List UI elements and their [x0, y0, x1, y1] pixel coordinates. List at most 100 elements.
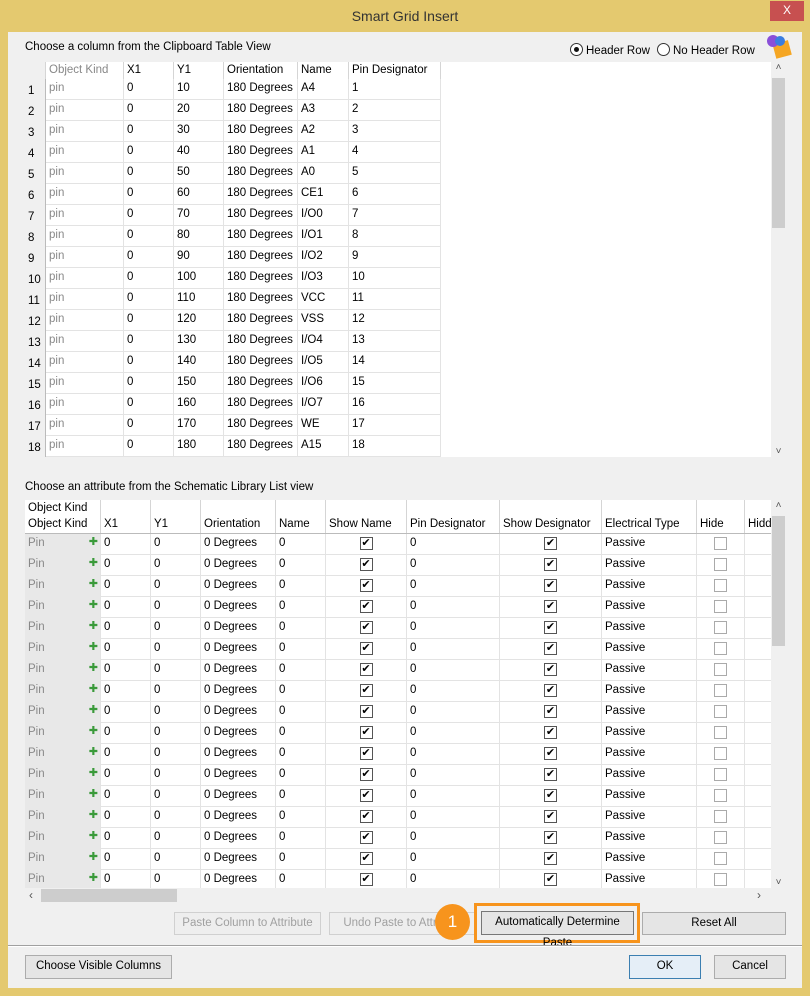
table-cell[interactable]: 180 Degrees [224, 373, 298, 394]
table-cell[interactable]: 30 [174, 121, 224, 142]
checkbox-checked[interactable]: ✔ [359, 789, 373, 802]
scroll-down-icon[interactable]: ˅ [771, 446, 786, 457]
table-cell[interactable]: 0 [124, 394, 174, 415]
table-cell[interactable]: pin [46, 289, 124, 310]
table-cell[interactable]: 0 [276, 786, 326, 807]
table-cell[interactable]: 0 [124, 163, 174, 184]
table-cell[interactable]: 0 [101, 555, 151, 576]
table-cell[interactable]: pin [46, 226, 124, 247]
table-cell[interactable] [697, 807, 745, 828]
table-cell[interactable] [745, 723, 771, 744]
table-cell[interactable]: pin [46, 415, 124, 436]
table-cell[interactable]: 180 Degrees [224, 226, 298, 247]
table-row[interactable]: Pin ✚ 0 0 0 Degrees 0 ✔ 0 ✔ Passive [25, 765, 771, 786]
table-cell[interactable]: 0 [101, 681, 151, 702]
table-cell[interactable]: ✔ [326, 786, 407, 807]
table-cell[interactable]: 0 [407, 660, 500, 681]
table-cell[interactable]: ✔ [500, 744, 602, 765]
table-cell[interactable]: I/O6 [298, 373, 349, 394]
table-cell[interactable]: 0 [124, 373, 174, 394]
checkbox-checked[interactable]: ✔ [359, 558, 373, 571]
checkbox-unchecked[interactable] [714, 831, 727, 844]
table-cell[interactable]: 0 [101, 660, 151, 681]
table-cell[interactable] [745, 744, 771, 765]
table-row[interactable]: 7 pin 0 70 180 Degrees I/O0 7 [25, 205, 441, 226]
table-cell[interactable] [697, 639, 745, 660]
column-header[interactable]: Name [298, 62, 349, 79]
column-header[interactable]: Orientation [224, 62, 298, 79]
table-cell[interactable]: 0 Degrees [201, 828, 276, 849]
table-cell[interactable]: 0 [407, 723, 500, 744]
table-cell[interactable]: A15 [298, 436, 349, 457]
table-cell[interactable] [745, 786, 771, 807]
table-cell[interactable]: pin [46, 100, 124, 121]
table-cell[interactable]: 0 [276, 576, 326, 597]
table-cell[interactable]: ✔ [500, 597, 602, 618]
table-row[interactable]: Pin ✚ 0 0 0 Degrees 0 ✔ 0 ✔ Passive [25, 849, 771, 870]
table-cell[interactable] [745, 597, 771, 618]
choose-visible-columns-button[interactable]: Choose Visible Columns [25, 955, 172, 979]
table-cell[interactable]: 90 [174, 247, 224, 268]
table-cell[interactable]: 17 [349, 415, 441, 436]
table-cell[interactable]: 0 [151, 828, 201, 849]
table-cell[interactable]: 180 Degrees [224, 142, 298, 163]
table-cell[interactable]: 12 [349, 310, 441, 331]
table-row[interactable]: Pin ✚ 0 0 0 Degrees 0 ✔ 0 ✔ Passive [25, 786, 771, 807]
table-cell[interactable]: 0 [101, 702, 151, 723]
table-cell[interactable] [697, 618, 745, 639]
checkbox-checked[interactable]: ✔ [359, 600, 373, 613]
table-cell[interactable]: 80 [174, 226, 224, 247]
table-cell[interactable]: I/O5 [298, 352, 349, 373]
table-cell[interactable]: 0 [151, 681, 201, 702]
table-cell[interactable]: pin [46, 331, 124, 352]
table-cell[interactable]: 14 [349, 352, 441, 373]
scroll-thumb[interactable] [41, 889, 177, 902]
table-cell[interactable]: 150 [174, 373, 224, 394]
table-cell[interactable]: I/O2 [298, 247, 349, 268]
table-cell[interactable]: ✔ [326, 870, 407, 888]
table-cell[interactable]: 0 Degrees [201, 786, 276, 807]
table-cell[interactable]: ✔ [326, 555, 407, 576]
checkbox-unchecked[interactable] [714, 558, 727, 571]
reset-all-button[interactable]: Reset All [642, 912, 786, 935]
table-cell[interactable]: 1 [349, 79, 441, 100]
table-cell[interactable]: 0 [407, 555, 500, 576]
table-cell[interactable]: 170 [174, 415, 224, 436]
checkbox-unchecked[interactable] [714, 873, 727, 886]
table-cell[interactable]: ✔ [326, 828, 407, 849]
table-cell[interactable]: 180 Degrees [224, 289, 298, 310]
table-cell[interactable]: Pin ✚ [25, 702, 101, 723]
table-cell[interactable] [697, 702, 745, 723]
cancel-button[interactable]: Cancel [714, 955, 786, 979]
checkbox-checked[interactable]: ✔ [359, 768, 373, 781]
table-cell[interactable] [745, 555, 771, 576]
table-cell[interactable]: Passive [602, 744, 697, 765]
table-cell[interactable]: 180 Degrees [224, 100, 298, 121]
table-cell[interactable]: 180 Degrees [224, 331, 298, 352]
table-cell[interactable]: 0 [151, 870, 201, 888]
checkbox-unchecked[interactable] [714, 537, 727, 550]
table-cell[interactable]: 0 [151, 576, 201, 597]
checkbox-checked[interactable]: ✔ [544, 537, 557, 550]
table-cell[interactable] [697, 849, 745, 870]
table-cell[interactable]: 180 Degrees [224, 247, 298, 268]
table-cell[interactable] [745, 870, 771, 888]
checkbox-checked[interactable]: ✔ [544, 747, 557, 760]
table-cell[interactable]: 0 Degrees [201, 555, 276, 576]
table-cell[interactable] [745, 828, 771, 849]
table-cell[interactable]: Passive [602, 660, 697, 681]
table-cell[interactable]: Passive [602, 681, 697, 702]
checkbox-checked[interactable]: ✔ [544, 831, 557, 844]
checkbox-checked[interactable]: ✔ [359, 642, 373, 655]
table-cell[interactable]: ✔ [500, 534, 602, 555]
table-cell[interactable] [697, 597, 745, 618]
table-row[interactable]: 18 pin 0 180 180 Degrees A15 18 [25, 436, 441, 457]
table-cell[interactable] [745, 849, 771, 870]
table-cell[interactable]: 180 Degrees [224, 310, 298, 331]
horizontal-scrollbar[interactable]: ‹ [25, 888, 771, 903]
table-row[interactable]: Pin ✚ 0 0 0 Degrees 0 ✔ 0 ✔ Passive [25, 702, 771, 723]
table-cell[interactable]: 0 [151, 807, 201, 828]
table-cell[interactable]: 0 Degrees [201, 765, 276, 786]
table-cell[interactable]: Pin ✚ [25, 723, 101, 744]
auto-determine-paste-button[interactable]: Automatically Determine Paste [481, 911, 634, 949]
